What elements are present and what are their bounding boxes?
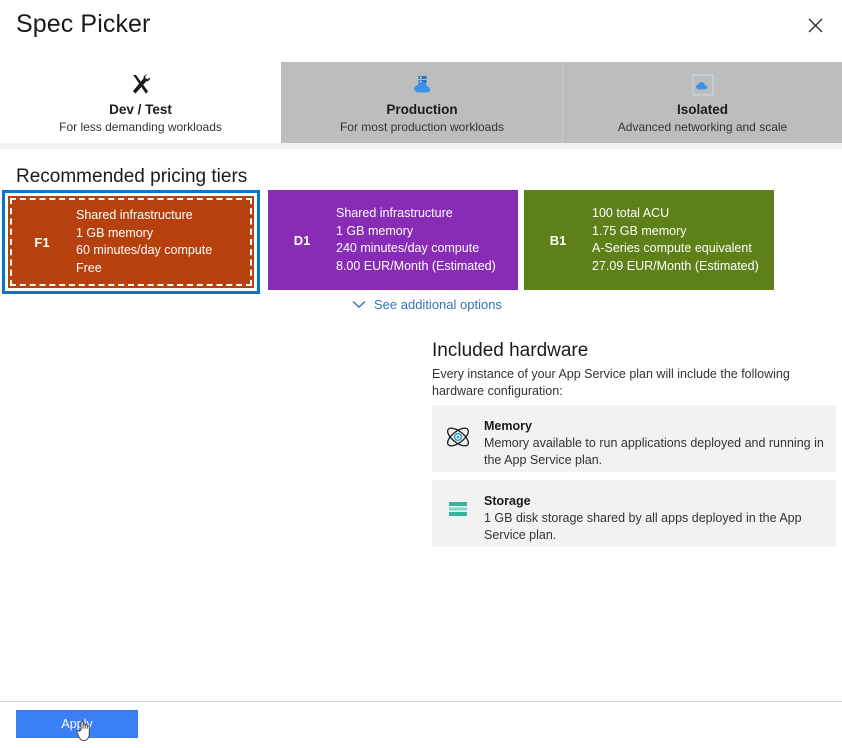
see-additional-options-label: See additional options	[374, 297, 502, 312]
hardware-item-title: Memory	[484, 419, 532, 433]
tabstrip-shadow	[0, 143, 842, 149]
memory-atom-icon	[432, 417, 484, 451]
dialog-header: Spec Picker	[0, 0, 842, 56]
tier-detail-line: 8.00 EUR/Month (Estimated)	[336, 258, 496, 273]
tier-detail-line: 1 GB memory	[336, 223, 414, 238]
pricing-tiers-heading: Recommended pricing tiers	[16, 166, 248, 187]
tab-label: Isolated	[676, 102, 728, 117]
tier-code: F1	[34, 234, 50, 250]
hardware-item-storage: Storage 1 GB disk storage shared by all …	[432, 480, 836, 547]
tier-detail-line: 1.75 GB memory	[592, 223, 687, 238]
hardware-item-text: Memory Memory available to run applicati…	[484, 417, 824, 469]
tier-detail-line: 27.09 EUR/Month (Estimated)	[592, 258, 759, 273]
tier-card-f1[interactable]: F1 Shared infrastructure 1 GB memory 60 …	[2, 190, 260, 294]
hardware-item-text: Storage 1 GB disk storage shared by all …	[484, 492, 824, 544]
apply-button[interactable]: Apply	[16, 710, 138, 738]
tab-label: Dev / Test	[109, 102, 172, 117]
tab-sublabel: For less demanding workloads	[59, 120, 222, 134]
tab-production[interactable]: Production For most production workloads	[281, 62, 563, 143]
tier-card-d1[interactable]: D1 Shared infrastructure 1 GB memory 240…	[268, 190, 518, 290]
tab-isolated[interactable]: Isolated Advanced networking and scale	[563, 62, 842, 143]
tier-detail-line: 240 minutes/day compute	[336, 241, 480, 255]
pricing-tier-list: F1 Shared infrastructure 1 GB memory 60 …	[0, 190, 842, 294]
tools-icon	[127, 70, 155, 100]
hardware-item-body: Memory available to run applications dep…	[484, 436, 824, 467]
hardware-item-memory: Memory Memory available to run applicati…	[432, 405, 836, 472]
hardware-item-title: Storage	[484, 494, 531, 508]
see-additional-options-link[interactable]: See additional options	[352, 296, 502, 314]
isolated-cloud-icon	[691, 70, 714, 100]
tab-sublabel: For most production workloads	[339, 120, 505, 134]
spec-picker-dialog: Spec Picker Dev / Test For less demandin…	[0, 0, 842, 748]
tier-details: 100 total ACU 1.75 GB memory A-Series co…	[592, 205, 759, 275]
tier-detail-line: 100 total ACU	[592, 206, 670, 220]
tier-detail-line: Shared infrastructure	[336, 206, 453, 220]
included-hardware-heading: Included hardware	[432, 340, 589, 361]
included-hardware-description: Every instance of your App Service plan …	[432, 367, 790, 398]
chevron-down-icon	[352, 296, 366, 314]
tier-details: Shared infrastructure 1 GB memory 60 min…	[76, 207, 212, 277]
tab-dev-test[interactable]: Dev / Test For less demanding workloads	[0, 62, 281, 143]
close-icon[interactable]	[801, 11, 829, 39]
footer-divider	[0, 701, 842, 702]
tier-details: Shared infrastructure 1 GB memory 240 mi…	[336, 205, 496, 275]
tab-label: Production	[386, 102, 458, 117]
tab-sublabel: Advanced networking and scale	[617, 120, 788, 134]
tier-code: B1	[549, 232, 567, 248]
server-cloud-icon	[410, 70, 434, 100]
tier-detail-line: A-Series compute equivalent	[592, 241, 752, 255]
storage-disk-icon	[432, 492, 484, 520]
tier-code: D1	[293, 232, 311, 248]
hardware-item-body: 1 GB disk storage shared by all apps dep…	[484, 511, 802, 542]
tier-detail-line: 1 GB memory	[76, 225, 154, 240]
page-title: Spec Picker	[16, 10, 151, 38]
tier-card-b1[interactable]: B1 100 total ACU 1.75 GB memory A-Series…	[524, 190, 774, 290]
tier-detail-line: Shared infrastructure	[76, 208, 193, 222]
tier-detail-line: 60 minutes/day compute	[76, 243, 213, 257]
tier-detail-line: Free	[76, 260, 102, 275]
workload-tabs: Dev / Test For less demanding workloads …	[0, 62, 842, 143]
